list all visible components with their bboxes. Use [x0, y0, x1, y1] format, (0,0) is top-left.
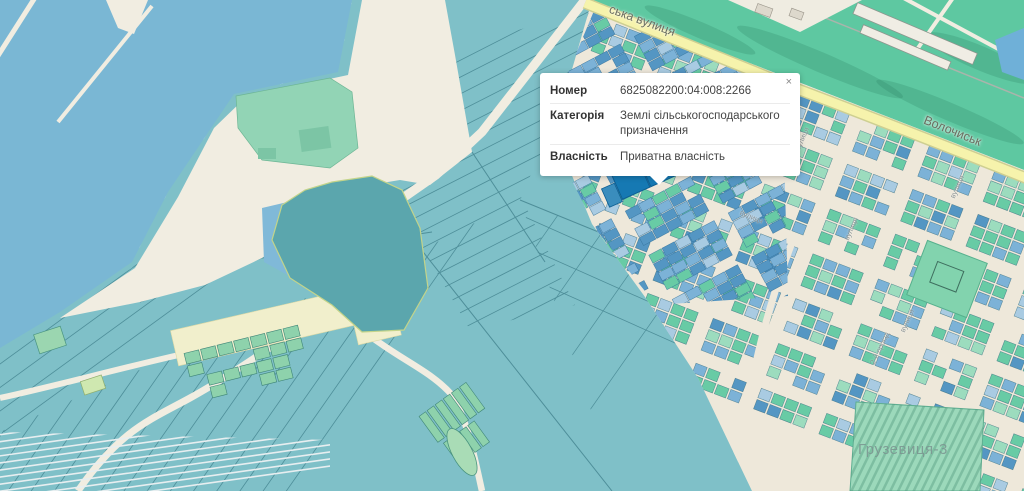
popup-arrow — [650, 176, 668, 185]
popup-row-ownership: Власність Приватна власність — [550, 144, 790, 169]
popup-field-label: Номер — [550, 84, 612, 99]
popup-row-category: Категорія Землі сільськогосподарського п… — [550, 103, 790, 143]
popup-field-label: Власність — [550, 150, 612, 165]
map-canvas — [0, 0, 1024, 491]
map-viewport[interactable]: ська вулиця Волочиськ Грузевиця-3 вулиця… — [0, 0, 1024, 491]
parcel-ownership-value: Приватна власність — [620, 150, 790, 165]
parcel-info-popup: × Номер 6825082200:04:008:2266 Категорія… — [540, 73, 800, 176]
parcel-number-value: 6825082200:04:008:2266 — [620, 84, 790, 99]
close-icon[interactable]: × — [786, 77, 792, 88]
parcel-category-value: Землі сільськогосподарського призначення — [620, 109, 790, 139]
popup-row-number: Номер 6825082200:04:008:2266 — [550, 79, 790, 103]
popup-field-label: Категорія — [550, 109, 612, 139]
